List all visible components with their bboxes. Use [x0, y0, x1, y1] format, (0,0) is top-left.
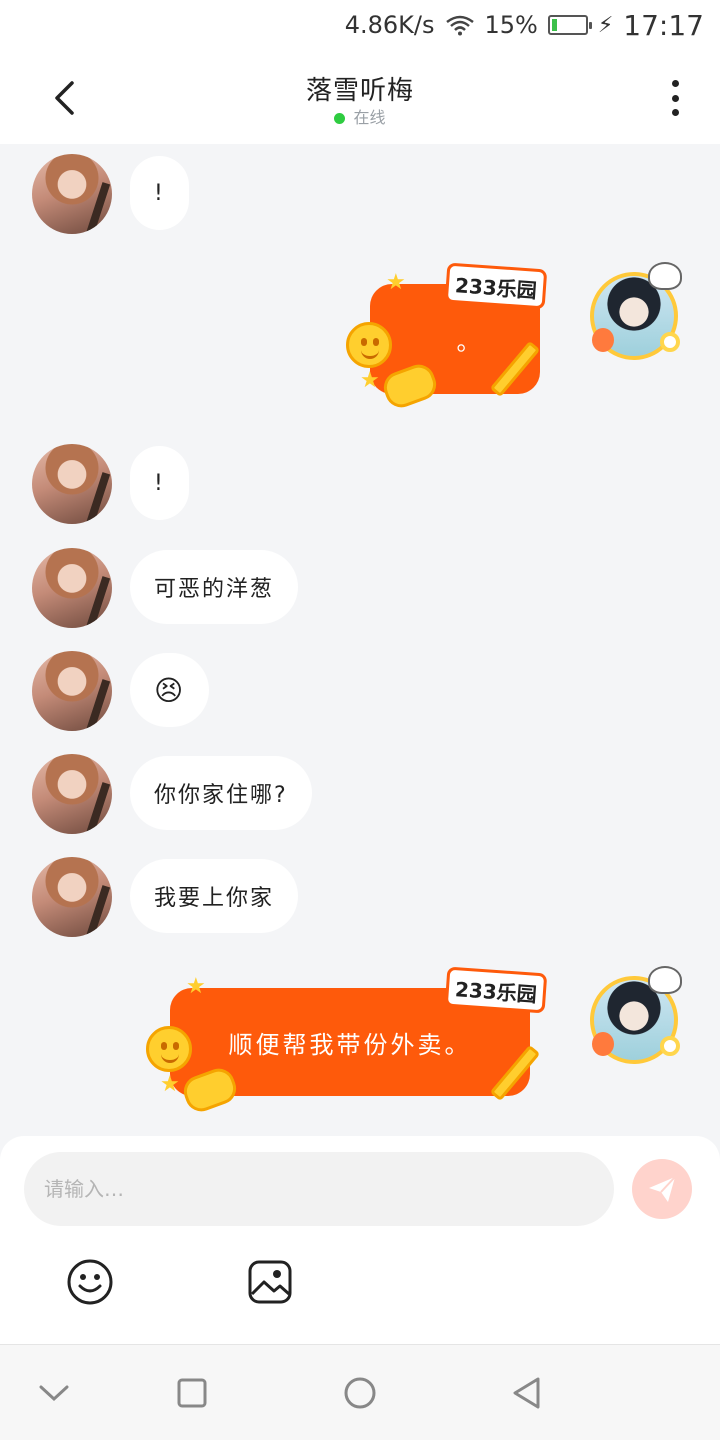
- online-status: 在线: [0, 104, 720, 128]
- message-list[interactable]: ! 。 233乐园 ★ ★ ! 可恶的洋葱 😣 你你家住哪? 我要上你家 顺便帮…: [0, 144, 720, 1136]
- more-dot-icon: [671, 94, 679, 102]
- my-avatar[interactable]: [590, 966, 682, 1064]
- avatar[interactable]: [32, 857, 112, 937]
- avatar[interactable]: [32, 651, 112, 731]
- smiley-icon: [67, 1259, 113, 1305]
- system-nav-bar: [0, 1344, 720, 1440]
- online-status-label: 在线: [353, 108, 386, 127]
- message-text: 。: [456, 327, 484, 356]
- triangle-back-icon: [513, 1377, 540, 1409]
- emoji-button[interactable]: [66, 1258, 114, 1306]
- more-dot-icon: [671, 109, 679, 116]
- cat-icon: [648, 262, 682, 290]
- message-bubble[interactable]: 可恶的洋葱: [130, 550, 299, 624]
- message-bubble[interactable]: 我要上你家: [130, 859, 299, 933]
- message-input[interactable]: [24, 1152, 614, 1226]
- nav-home-button[interactable]: [340, 1373, 380, 1413]
- battery-icon: [547, 15, 592, 35]
- message-text: 顺便帮我带份外卖。: [228, 1030, 472, 1059]
- star-icon: ★: [360, 368, 380, 393]
- avatar[interactable]: [32, 154, 112, 234]
- clock: 17:17: [623, 8, 704, 42]
- more-options-button[interactable]: [660, 76, 690, 120]
- flower-icon: [660, 332, 680, 352]
- send-icon: [649, 1176, 676, 1202]
- chat-title: 落雪听梅: [305, 76, 414, 106]
- circle-icon: [344, 1377, 376, 1409]
- message-bubble[interactable]: 你你家住哪?: [130, 756, 312, 830]
- online-dot-icon: [334, 113, 346, 124]
- avatar[interactable]: [32, 444, 112, 524]
- avatar[interactable]: [32, 548, 112, 628]
- square-icon: [177, 1378, 207, 1408]
- 233-logo: 233乐园: [444, 262, 548, 310]
- image-button[interactable]: [246, 1258, 294, 1306]
- message-bubble[interactable]: 😣: [130, 653, 210, 727]
- chat-header: 落雪听梅 在线: [0, 50, 720, 144]
- cat-icon: [648, 966, 682, 994]
- star-icon: ★: [386, 270, 406, 295]
- flower-icon: [660, 1036, 680, 1056]
- carrot-icon: [592, 1032, 614, 1056]
- image-icon: [248, 1260, 292, 1304]
- wifi-icon: [445, 15, 474, 36]
- message-bubble[interactable]: !: [130, 156, 189, 230]
- carrot-icon: [592, 328, 614, 352]
- message-bubble[interactable]: !: [130, 446, 189, 520]
- more-dot-icon: [671, 80, 679, 87]
- avatar[interactable]: [32, 754, 112, 834]
- smiley-sticker-icon: [146, 1026, 192, 1072]
- nav-recents-button[interactable]: [172, 1373, 212, 1413]
- input-panel: [0, 1136, 720, 1344]
- network-speed: 4.86K/s: [344, 11, 435, 39]
- charging-icon: ⚡: [597, 12, 614, 38]
- smiley-sticker-icon: [346, 322, 392, 368]
- 233-logo: 233乐园: [444, 966, 548, 1014]
- my-avatar[interactable]: [590, 262, 682, 360]
- battery-percent: 15%: [484, 11, 538, 39]
- star-icon: ★: [186, 974, 206, 999]
- star-icon: ★: [160, 1072, 180, 1097]
- nav-collapse-button[interactable]: [34, 1373, 74, 1413]
- status-bar: 4.86K/s 15% ⚡ 17:17: [0, 0, 720, 50]
- nav-back-button[interactable]: [506, 1373, 546, 1413]
- send-button[interactable]: [632, 1159, 692, 1219]
- chevron-down-icon: [39, 1385, 69, 1402]
